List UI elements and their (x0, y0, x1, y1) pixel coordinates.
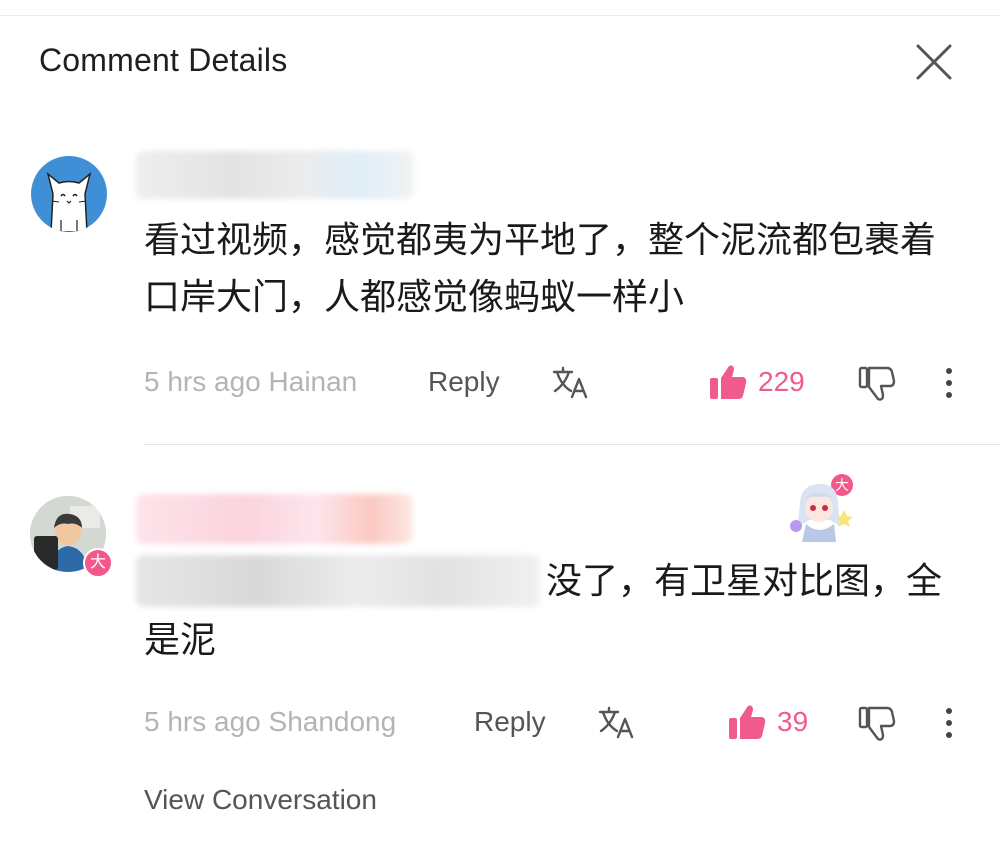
like-icon[interactable] (727, 703, 767, 746)
like-icon[interactable] (708, 363, 748, 406)
view-conversation-link[interactable]: View Conversation (144, 784, 377, 816)
like-count: 39 (777, 706, 809, 737)
more-options-icon[interactable] (944, 706, 954, 745)
avatar[interactable] (31, 156, 107, 232)
vip-badge: 大 (83, 548, 113, 578)
comment-meta: 5 hrs ago Hainan (144, 366, 358, 397)
top-divider (0, 15, 1000, 16)
blurred-quote (136, 555, 540, 607)
like-count: 229 (758, 366, 805, 397)
svg-text:大: 大 (835, 478, 849, 494)
reply-button[interactable]: Reply (474, 706, 546, 738)
anime-sticker-icon: 大 (786, 470, 862, 546)
close-icon[interactable] (912, 40, 956, 84)
reply-button[interactable]: Reply (428, 366, 500, 398)
translate-icon[interactable] (552, 365, 590, 406)
blurred-username[interactable] (136, 151, 414, 199)
comment-text-part2: 是泥 (144, 620, 217, 661)
dislike-icon[interactable] (858, 705, 896, 748)
page-title: Comment Details (39, 42, 288, 78)
comment-text-part1: 没了，有卫星对比图，全 (546, 561, 943, 602)
more-options-icon[interactable] (944, 366, 954, 405)
comment-meta: 5 hrs ago Shandong (144, 706, 397, 737)
comment-divider (144, 444, 1000, 445)
translate-icon[interactable] (598, 705, 636, 746)
comment-text: 看过视频，感觉都夷为平地了，整个泥流都包裹着口岸大门，人都感觉像蚂蚁一样小 (144, 220, 937, 318)
blurred-username[interactable] (136, 494, 412, 544)
dislike-icon[interactable] (858, 365, 896, 408)
